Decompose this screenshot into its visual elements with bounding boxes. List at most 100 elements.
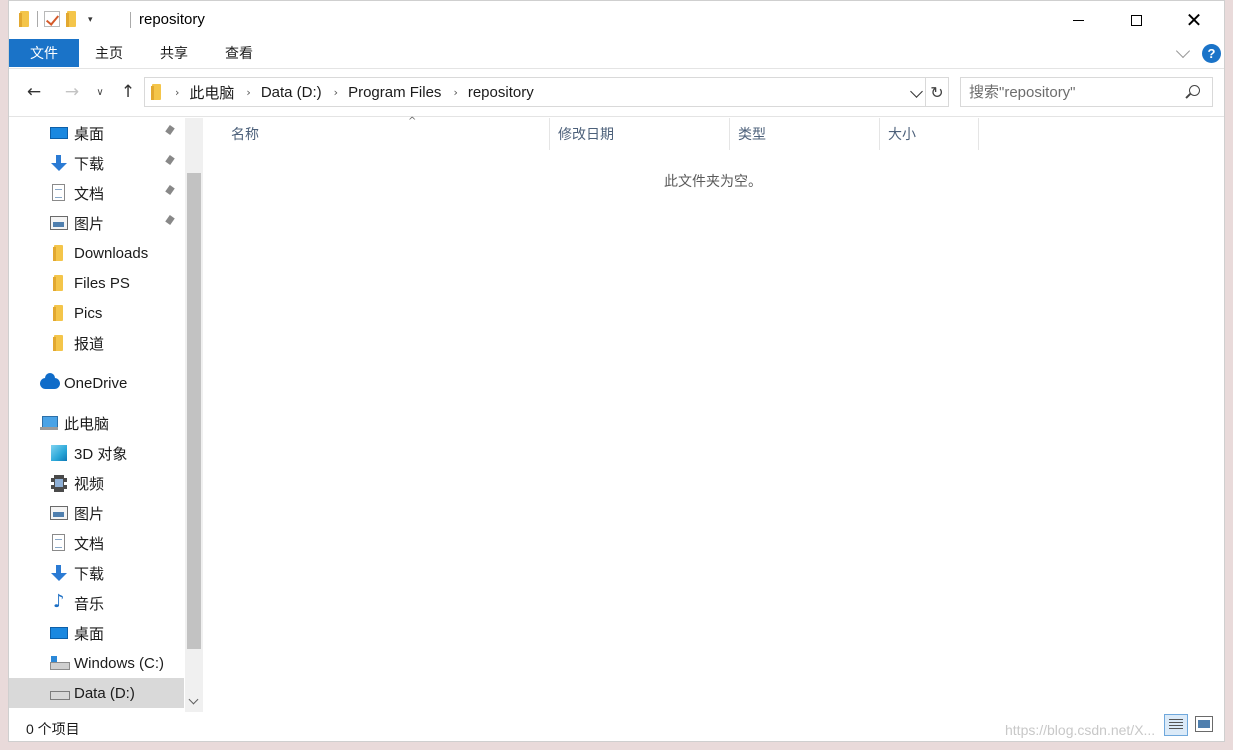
back-arrow-icon[interactable]: ← (23, 81, 45, 103)
tab-view[interactable]: 查看 (225, 39, 253, 67)
3d-objects-icon (51, 445, 67, 461)
nav-item-reports[interactable]: 报道 (9, 328, 184, 358)
properties-check-icon[interactable] (44, 11, 60, 27)
nav-item-documents-pc[interactable]: 文档 (9, 528, 184, 558)
close-button[interactable]: ✕ (1165, 1, 1223, 39)
column-header-label: 类型 (738, 126, 766, 142)
picture-icon (50, 216, 68, 230)
nav-item-downloads-pc[interactable]: 下载 (9, 558, 184, 588)
empty-folder-message: 此文件夹为空。 (664, 173, 762, 189)
search-box[interactable] (960, 77, 1213, 107)
breadcrumb-data-drive[interactable]: Data (D:) (261, 84, 322, 101)
maximize-button[interactable] (1107, 1, 1165, 39)
tab-home[interactable]: 主页 (95, 39, 123, 67)
column-header-type[interactable]: 类型 (729, 118, 879, 150)
nav-item-data-d[interactable]: Data (D:) (9, 678, 184, 708)
nav-pane-scrollbar[interactable] (185, 118, 203, 712)
music-icon: ♪ (53, 591, 65, 612)
nav-item-desktop-pc[interactable]: 桌面 (9, 618, 184, 648)
column-header-date-modified[interactable]: 修改日期 (549, 118, 729, 150)
large-icons-view-icon[interactable] (1195, 716, 1213, 732)
nav-item-files-ps[interactable]: Files PS (9, 268, 184, 298)
nav-item-label: 文档 (74, 535, 105, 553)
recent-locations-chevron-icon[interactable]: ∨ (93, 81, 107, 103)
breadcrumb-program-files[interactable]: Program Files (348, 84, 441, 101)
nav-item-label: 下载 (74, 155, 105, 173)
column-header-name[interactable]: ^ 名称 (231, 116, 549, 150)
item-count: 0 个项目 (26, 721, 80, 737)
pin-icon[interactable] (167, 186, 173, 194)
watermark: https://blog.csdn.net/X... (1005, 722, 1156, 738)
scroll-down-icon[interactable] (188, 694, 199, 705)
nav-item-label: Windows (C:) (74, 654, 165, 672)
nav-item-pics[interactable]: Pics (9, 298, 184, 328)
nav-item-this-pc[interactable]: 此电脑 (9, 408, 184, 438)
nav-item-windows-c[interactable]: Windows (C:) (9, 648, 184, 678)
refresh-icon[interactable]: ↻ (926, 77, 949, 107)
pin-icon[interactable] (167, 156, 173, 164)
pin-icon[interactable] (167, 216, 173, 224)
address-dropdown-chevron-icon[interactable] (910, 85, 923, 98)
breadcrumb-this-pc[interactable]: 此电脑 (189, 82, 234, 103)
folder-icon (151, 84, 163, 100)
chevron-right-icon[interactable]: › (246, 86, 250, 99)
tab-file[interactable]: 文件 (9, 39, 79, 67)
customize-caret-icon[interactable]: ▾ (88, 14, 93, 25)
folder-icon (19, 11, 31, 27)
title-bar: ▾ repository ✕ (9, 1, 1224, 39)
nav-item-pictures[interactable]: 图片 (9, 208, 184, 238)
up-arrow-icon[interactable]: ↑ (117, 81, 139, 103)
chevron-right-icon[interactable]: › (453, 86, 457, 99)
forward-arrow-icon[interactable]: → (61, 81, 83, 103)
sort-ascending-icon: ^ (408, 116, 417, 127)
search-icon[interactable] (1189, 85, 1200, 96)
address-bar[interactable]: › 此电脑 › Data (D:) › Program Files › repo… (144, 77, 926, 107)
tab-share[interactable]: 共享 (160, 39, 188, 67)
close-icon: ✕ (1185, 8, 1203, 32)
column-header-size[interactable]: 大小 (879, 118, 979, 150)
minimize-button[interactable] (1049, 1, 1107, 39)
chevron-right-icon[interactable]: › (175, 86, 179, 99)
nav-item-3d-objects[interactable]: 3D 对象 (9, 438, 184, 468)
maximize-icon (1130, 14, 1142, 26)
picture-icon (50, 506, 68, 520)
scrollbar-thumb[interactable] (187, 173, 201, 649)
breadcrumb-repository[interactable]: repository (468, 84, 534, 101)
nav-item-label: Downloads (74, 244, 149, 262)
chevron-right-icon[interactable]: › (334, 86, 338, 99)
nav-item-onedrive[interactable]: OneDrive (9, 368, 184, 398)
nav-item-documents[interactable]: 文档 (9, 178, 184, 208)
status-bar: 0 个项目 https://blog.csdn.net/X... (9, 712, 1224, 741)
nav-item-music[interactable]: ♪ 音乐 (9, 588, 184, 618)
folder-icon (53, 335, 65, 351)
column-header-label: 修改日期 (558, 126, 614, 142)
windows-drive-icon (50, 656, 70, 672)
search-input[interactable] (961, 78, 1171, 106)
file-list[interactable]: ^ 名称 修改日期 类型 大小 此文件夹为空。 (204, 116, 1224, 712)
desktop-icon (50, 127, 68, 139)
nav-item-label: 桌面 (74, 125, 105, 143)
help-icon[interactable]: ? (1202, 44, 1221, 63)
document-icon (52, 184, 65, 201)
download-icon (50, 565, 68, 581)
nav-item-label: 此电脑 (64, 415, 110, 433)
nav-item-downloads-cn[interactable]: 下载 (9, 148, 184, 178)
new-folder-icon[interactable] (66, 11, 78, 27)
nav-item-label: Data (D:) (74, 684, 135, 702)
desktop-icon (50, 627, 68, 639)
computer-icon (40, 416, 58, 432)
nav-item-label: 图片 (74, 505, 105, 523)
expand-ribbon-chevron-icon[interactable] (1175, 43, 1191, 59)
nav-item-downloads-folder[interactable]: Downloads (9, 238, 184, 268)
nav-item-desktop[interactable]: 桌面 (9, 118, 184, 148)
navigation-bar: ← → ∨ ↑ › 此电脑 › Data (D:) › Program File… (9, 69, 1224, 117)
details-view-icon[interactable] (1164, 714, 1188, 736)
nav-item-videos[interactable]: 视频 (9, 468, 184, 498)
window-title: repository (130, 11, 205, 28)
nav-item-label: Files PS (74, 274, 130, 292)
download-icon (50, 155, 68, 171)
nav-item-pictures-pc[interactable]: 图片 (9, 498, 184, 528)
pin-icon[interactable] (167, 126, 173, 134)
nav-item-label: 图片 (74, 215, 105, 233)
navigation-pane: 桌面 下载 文档 图片 Downloads Files PS Pics 报道 O… (9, 118, 204, 712)
